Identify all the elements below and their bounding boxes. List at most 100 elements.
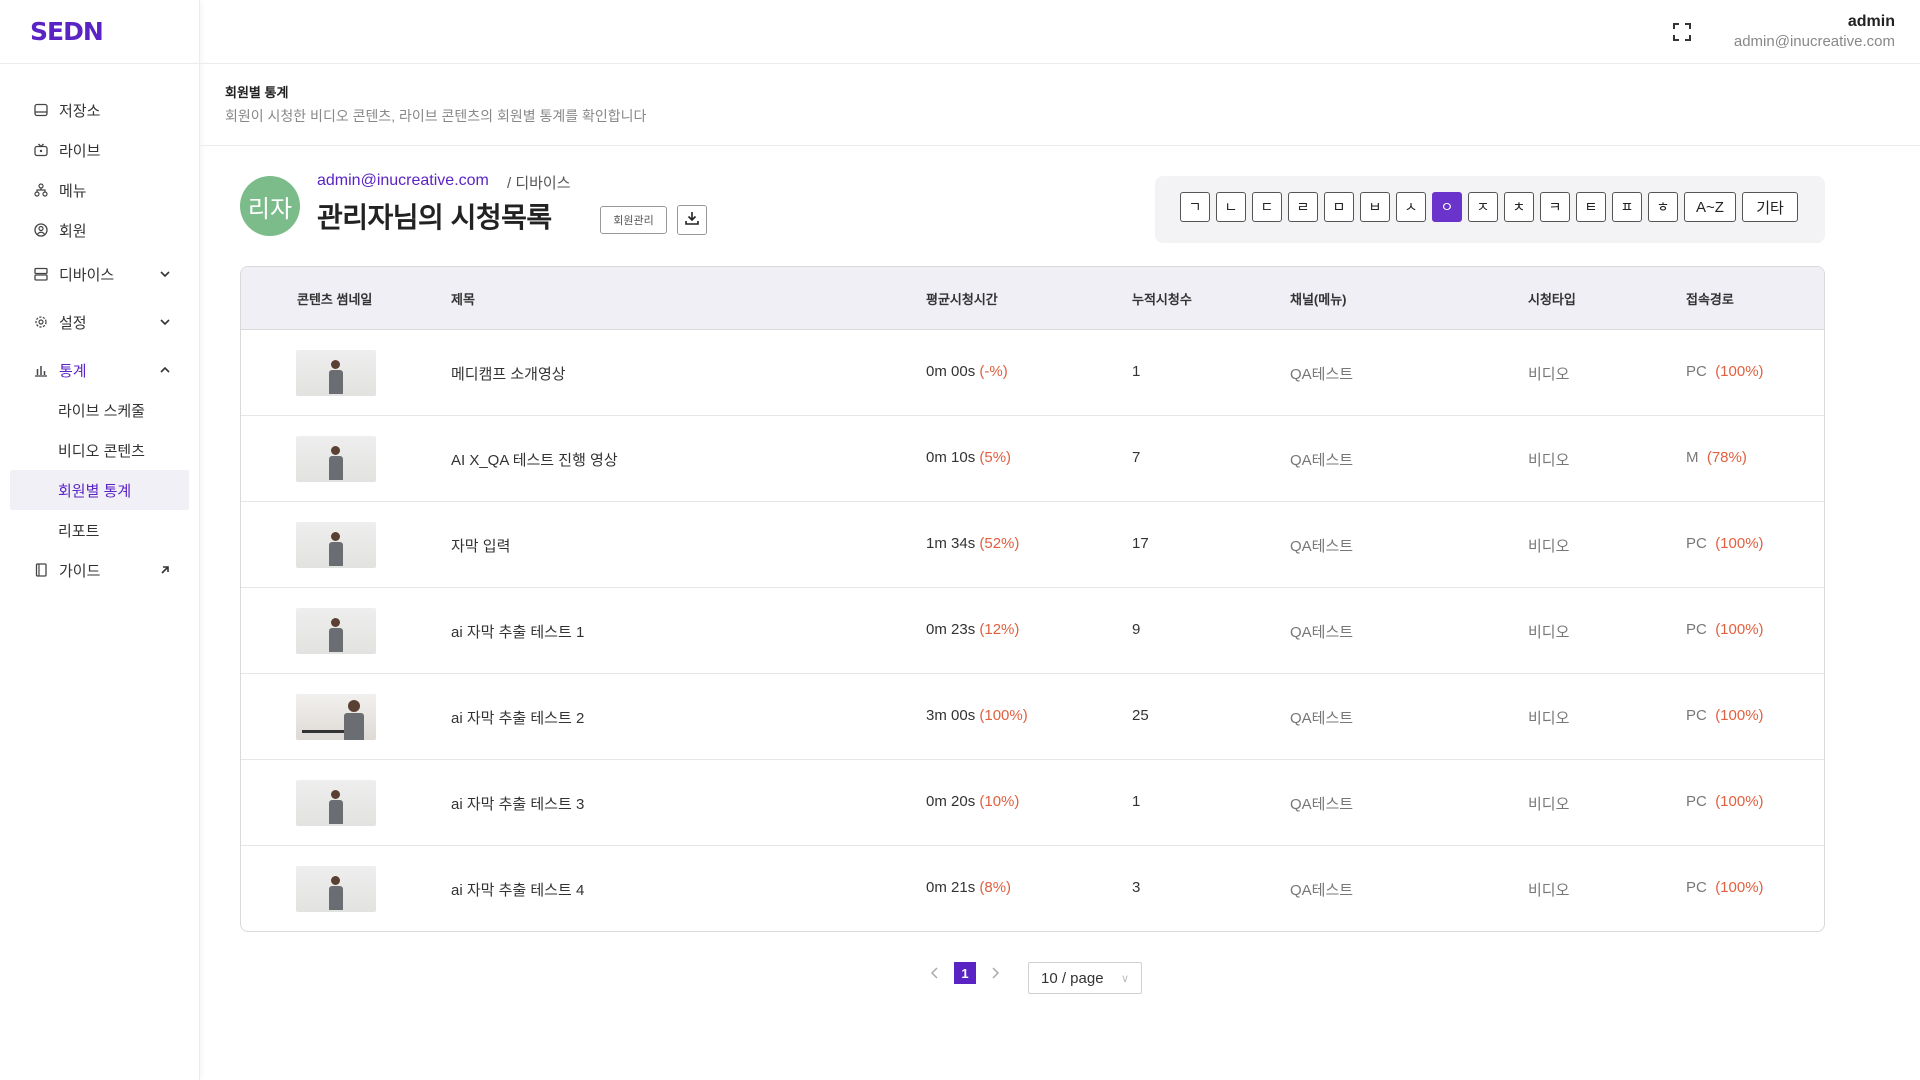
access-path-value: M bbox=[1686, 449, 1699, 466]
access-path-percent: (100%) bbox=[1715, 793, 1764, 810]
filter-button[interactable]: ㅂ bbox=[1360, 192, 1390, 222]
table-row[interactable]: ai 자막 추출 테스트 4 0m 21s (8%) 3 QA테스트 비디오 PC (10… bbox=[241, 846, 1824, 931]
cell-title[interactable]: 메디캠프 소개영상 bbox=[451, 363, 566, 384]
next-page-icon[interactable] bbox=[988, 966, 1002, 980]
content-thumbnail[interactable] bbox=[296, 694, 376, 740]
cell-avg-time: 0m 21s (8%) bbox=[926, 879, 1011, 896]
cell-title[interactable]: ai 자막 추출 테스트 2 bbox=[451, 707, 584, 728]
sidebar: SEDN 저장소 라이브 메뉴 회원 디바이스 설정 통계 라이브 스케줄 비디… bbox=[0, 0, 200, 1080]
filter-button[interactable]: ㅎ bbox=[1648, 192, 1678, 222]
filter-button[interactable]: ㅈ bbox=[1468, 192, 1498, 222]
table-row[interactable]: ai 자막 추출 테스트 3 0m 20s (10%) 1 QA테스트 비디오 PC (1… bbox=[241, 760, 1824, 846]
cell-views: 1 bbox=[1132, 363, 1141, 380]
cell-channel: QA테스트 bbox=[1290, 796, 1354, 813]
filter-button-active[interactable]: ㅇ bbox=[1432, 192, 1462, 222]
cell-title[interactable]: 자막 입력 bbox=[451, 535, 510, 556]
avg-time-percent: (100%) bbox=[979, 707, 1028, 724]
sidebar-item-stats[interactable]: 통계 bbox=[0, 350, 199, 390]
cell-title[interactable]: ai 자막 추출 테스트 1 bbox=[451, 621, 584, 642]
sidebar-subitem-member-stats[interactable]: 회원별 통계 bbox=[10, 470, 189, 510]
access-path-value: PC bbox=[1686, 879, 1707, 896]
avg-time-value: 0m 20s bbox=[926, 793, 976, 810]
menu-tree-icon bbox=[33, 182, 49, 198]
page-size-select[interactable]: 10 / page ∨ bbox=[1028, 962, 1142, 994]
gear-icon bbox=[33, 314, 49, 330]
content-thumbnail[interactable] bbox=[296, 780, 376, 826]
cell-type: 비디오 bbox=[1528, 538, 1570, 555]
sidebar-subitem-video-content[interactable]: 비디오 콘텐츠 bbox=[0, 430, 199, 470]
sidebar-item-label: 디바이스 bbox=[59, 266, 115, 284]
table-row[interactable]: 자막 입력 1m 34s (52%) 17 QA테스트 비디오 PC (100%) bbox=[241, 502, 1824, 588]
cell-access-path: PC (100%) bbox=[1686, 707, 1764, 724]
table-row[interactable]: ai 자막 추출 테스트 2 3m 00s (100%) 25 QA테스트 비디오 PC … bbox=[241, 674, 1824, 760]
sidebar-item-label: 가이드 bbox=[59, 562, 101, 580]
content-thumbnail[interactable] bbox=[296, 436, 376, 482]
chevron-up-icon bbox=[157, 362, 173, 378]
sidebar-item-live[interactable]: 라이브 bbox=[0, 130, 199, 170]
cell-title[interactable]: ai 자막 추출 테스트 4 bbox=[451, 879, 584, 900]
cell-channel: QA테스트 bbox=[1290, 452, 1354, 469]
filter-button[interactable]: ㄱ bbox=[1180, 192, 1210, 222]
table-row[interactable]: 메디캠프 소개영상 0m 00s (-%) 1 QA테스트 비디오 PC (100%) bbox=[241, 330, 1824, 416]
thumbnail-person bbox=[329, 360, 343, 394]
content-thumbnail[interactable] bbox=[296, 350, 376, 396]
sidebar-item-device[interactable]: 디바이스 bbox=[0, 254, 199, 294]
cell-views: 1 bbox=[1132, 793, 1141, 810]
content-thumbnail[interactable] bbox=[296, 522, 376, 568]
cell-views: 25 bbox=[1132, 707, 1149, 724]
sidebar-item-label: 라이브 bbox=[59, 142, 101, 160]
filter-button[interactable]: ㄷ bbox=[1252, 192, 1282, 222]
logo[interactable]: SEDN bbox=[0, 0, 199, 64]
cell-avg-time: 1m 34s (52%) bbox=[926, 535, 1019, 552]
chevron-down-icon: ∨ bbox=[1120, 973, 1129, 985]
download-icon bbox=[684, 210, 700, 231]
sidebar-item-settings[interactable]: 설정 bbox=[0, 302, 199, 342]
prev-page-icon[interactable] bbox=[928, 966, 942, 980]
sidebar-subitem-live-schedule[interactable]: 라이브 스케줄 bbox=[0, 390, 199, 430]
member-manage-button[interactable]: 회원관리 bbox=[600, 206, 667, 234]
cell-title[interactable]: AI X_QA 테스트 진행 영상 bbox=[451, 449, 618, 470]
filter-button[interactable]: ㅊ bbox=[1504, 192, 1534, 222]
cell-type: 비디오 bbox=[1528, 452, 1570, 469]
table-row[interactable]: AI X_QA 테스트 진행 영상 0m 10s (5%) 7 QA테스트 비디오 M (… bbox=[241, 416, 1824, 502]
table-header: 콘텐츠 썸네일 제목 평균시청시간 누적시청수 채널(메뉴) 시청타입 접속경로 bbox=[241, 267, 1824, 330]
sidebar-item-member[interactable]: 회원 bbox=[0, 210, 199, 250]
sidebar-item-menu[interactable]: 메뉴 bbox=[0, 170, 199, 210]
page-number-current[interactable]: 1 bbox=[954, 962, 976, 984]
cell-access-path: PC (100%) bbox=[1686, 535, 1764, 552]
page-description: 회원이 시청한 비디오 콘텐츠, 라이브 콘텐츠의 회원별 통계를 확인합니다 bbox=[225, 108, 647, 124]
download-button[interactable] bbox=[677, 205, 707, 235]
content-thumbnail[interactable] bbox=[296, 866, 376, 912]
sidebar-item-storage[interactable]: 저장소 bbox=[0, 90, 199, 130]
profile-email[interactable]: admin@inucreative.com bbox=[317, 172, 489, 190]
content-thumbnail[interactable] bbox=[296, 608, 376, 654]
filter-button[interactable]: ㄴ bbox=[1216, 192, 1246, 222]
avg-time-percent: (52%) bbox=[979, 535, 1020, 552]
sidebar-item-guide[interactable]: 가이드 bbox=[0, 550, 199, 590]
watch-list-table: 콘텐츠 썸네일 제목 평균시청시간 누적시청수 채널(메뉴) 시청타입 접속경로… bbox=[240, 266, 1825, 932]
chevron-down-icon bbox=[157, 266, 173, 282]
avg-time-percent: (12%) bbox=[979, 621, 1020, 638]
filter-button[interactable]: ㅁ bbox=[1324, 192, 1354, 222]
cell-channel: QA테스트 bbox=[1290, 882, 1354, 899]
fullscreen-icon[interactable] bbox=[1672, 22, 1692, 42]
column-header: 평균시청시간 bbox=[926, 292, 998, 307]
filter-button[interactable]: ㅋ bbox=[1540, 192, 1570, 222]
cell-channel: QA테스트 bbox=[1290, 624, 1354, 641]
avg-time-percent: (-%) bbox=[979, 363, 1008, 380]
filter-button[interactable]: ㅍ bbox=[1612, 192, 1642, 222]
cell-views: 3 bbox=[1132, 879, 1141, 896]
access-path-value: PC bbox=[1686, 363, 1707, 380]
sidebar-subitem-report[interactable]: 리포트 bbox=[0, 510, 199, 550]
cell-title[interactable]: ai 자막 추출 테스트 3 bbox=[451, 793, 584, 814]
filter-button[interactable]: ㅌ bbox=[1576, 192, 1606, 222]
table-row[interactable]: ai 자막 추출 테스트 1 0m 23s (12%) 9 QA테스트 비디오 PC (1… bbox=[241, 588, 1824, 674]
live-tv-icon bbox=[33, 142, 49, 158]
user-info[interactable]: admin admin@inucreative.com bbox=[1734, 13, 1895, 50]
access-path-value: PC bbox=[1686, 707, 1707, 724]
filter-button[interactable]: ㅅ bbox=[1396, 192, 1426, 222]
filter-button[interactable]: ㄹ bbox=[1288, 192, 1318, 222]
avg-time-percent: (5%) bbox=[979, 449, 1012, 466]
filter-button-az[interactable]: A~Z bbox=[1684, 192, 1736, 222]
filter-button-etc[interactable]: 기타 bbox=[1742, 192, 1798, 222]
